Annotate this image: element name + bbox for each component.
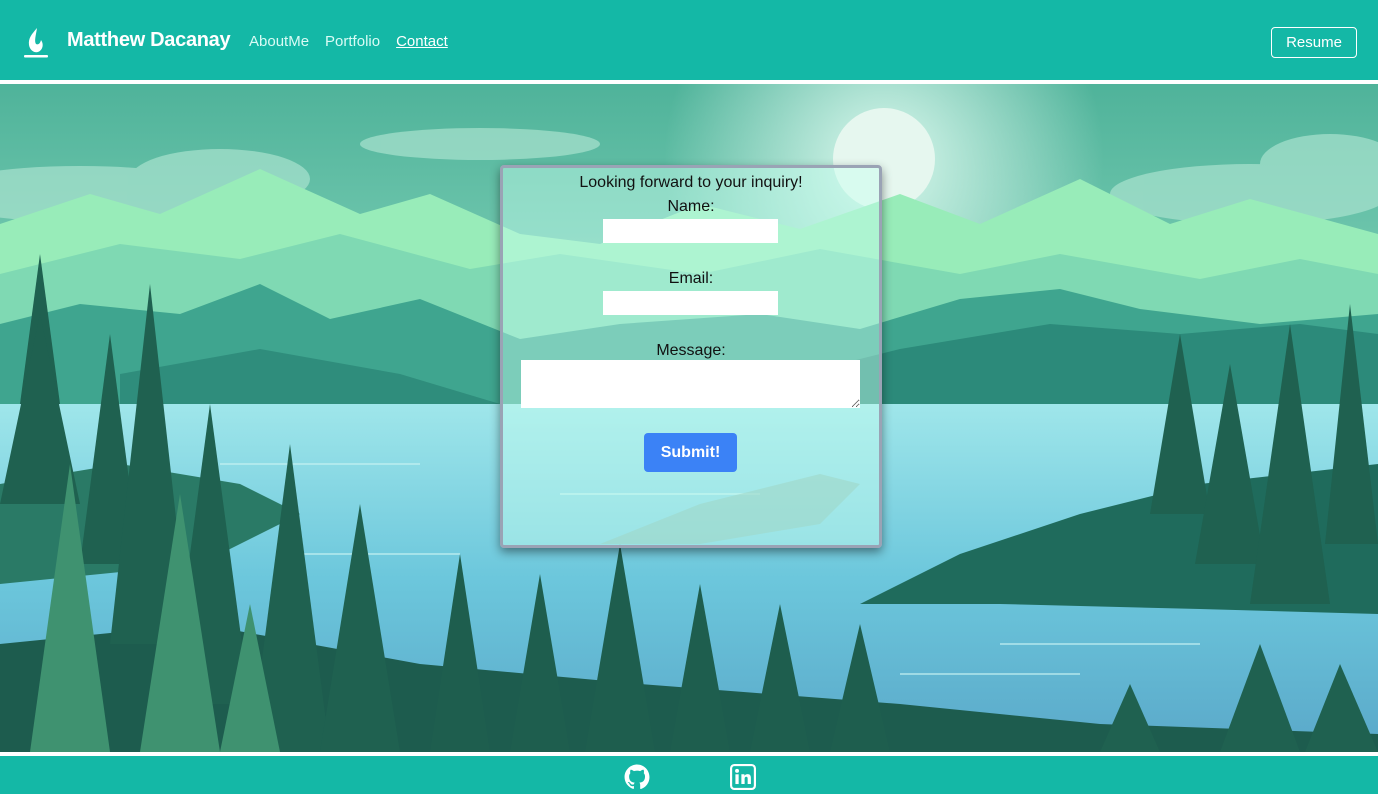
nav-link-portfolio[interactable]: Portfolio [325,33,380,50]
nav-link-contact[interactable]: Contact [396,33,448,50]
nav-link-aboutme[interactable]: AboutMe [249,33,309,50]
brand-name[interactable]: Matthew Dacanay [67,29,231,52]
email-label: Email: [668,270,714,287]
nav-links: AboutMe Portfolio Contact [249,33,448,50]
name-label: Name: [667,198,715,215]
message-textarea[interactable] [521,360,860,408]
resume-button[interactable]: Resume [1271,27,1357,58]
top-navbar: Matthew Dacanay AboutMe Portfolio Contac… [0,0,1378,80]
name-input[interactable] [603,219,778,243]
contact-form: Looking forward to your inquiry! Name: E… [500,165,882,548]
linkedin-icon[interactable] [730,764,756,790]
flame-logo-icon[interactable] [22,26,50,60]
email-input[interactable] [603,291,778,315]
github-icon[interactable] [624,764,650,790]
submit-button[interactable]: Submit! [644,433,737,472]
footer [0,756,1378,794]
message-label: Message: [656,342,726,359]
form-title: Looking forward to your inquiry! [579,174,803,191]
